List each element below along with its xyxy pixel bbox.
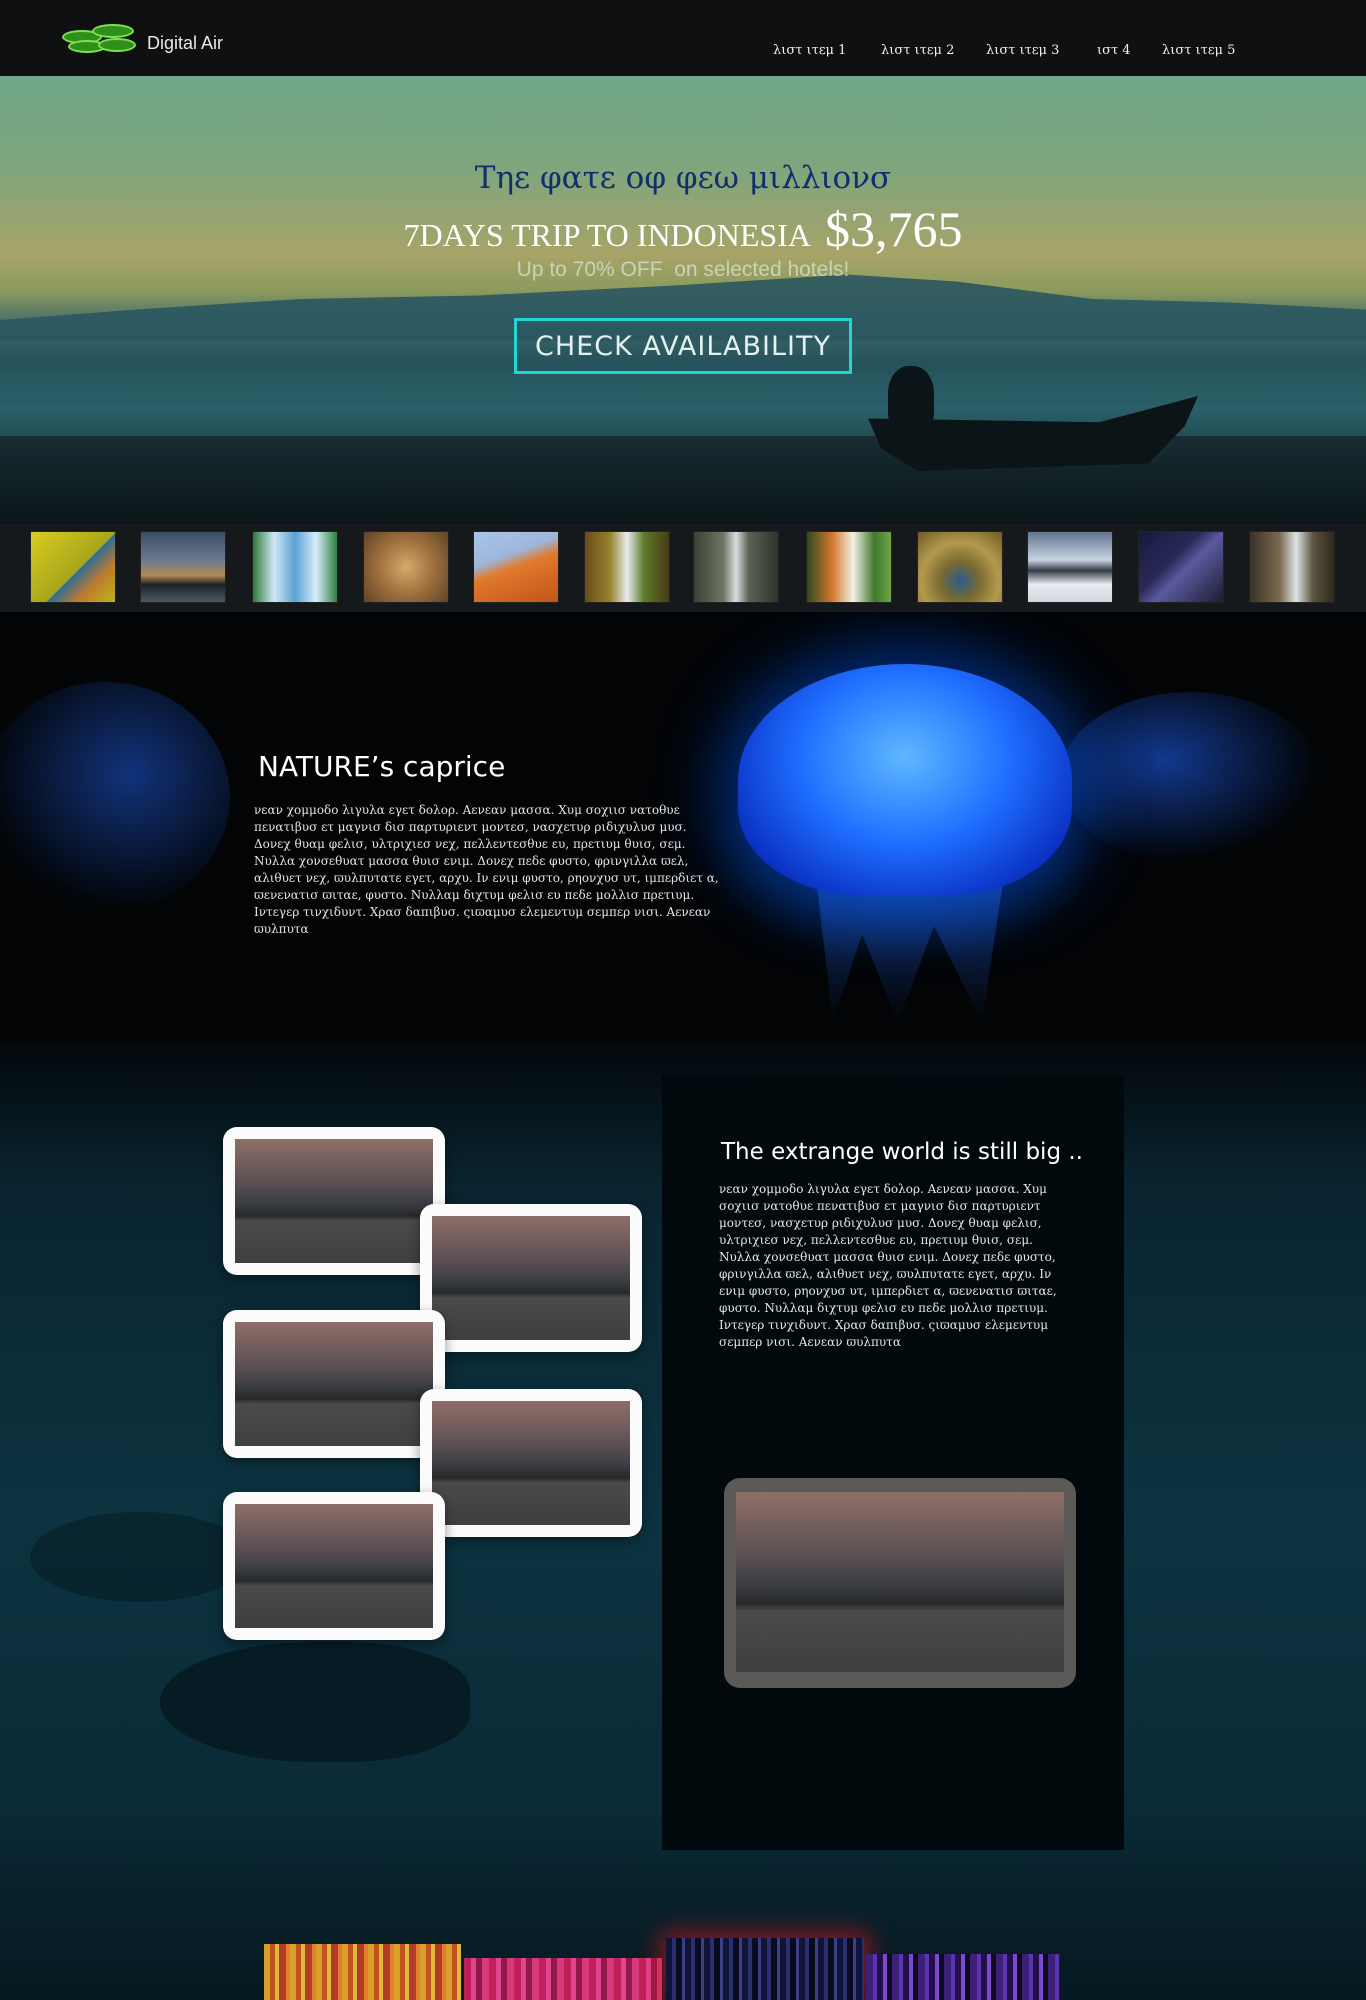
- thumb-desert-dune[interactable]: [473, 531, 559, 603]
- nature-body: νεαν χομμοδο λιγυλα εγετ δολορ. Αενεαν μ…: [254, 803, 719, 936]
- thumbnail-strip: [0, 524, 1366, 612]
- thumb-city-skyline[interactable]: [140, 531, 226, 603]
- thumb-lion[interactable]: [363, 531, 449, 603]
- world-body: νεαν χομμοδο λιγυλα εγετ δολορ. Αενεαν μ…: [719, 1182, 1057, 1349]
- world-panel: The extrange world is still big .. νεαν …: [662, 1075, 1124, 1850]
- thumb-snowy-mountains[interactable]: [1027, 531, 1113, 603]
- thumb-rocky-stream[interactable]: [1249, 531, 1335, 603]
- thumb-waterfall[interactable]: [252, 531, 338, 603]
- stripe-swatch-1[interactable]: [264, 1944, 461, 2000]
- nature-section: NATURE’s caprice νεαν χομμοδο λιγυλα εγε…: [0, 612, 1366, 1042]
- hero-banner: Τηε φατε οφ φεω μιλλιονσ 7DAYS TRIP TO I…: [0, 76, 1366, 524]
- hero-subtitle: 7DAYS TRIP TO INDONESIA $3,765: [0, 200, 1366, 258]
- stripe-swatch-3[interactable]: [666, 1938, 864, 2000]
- jellyfish-image: [738, 664, 1072, 896]
- nav-item-5[interactable]: λιστ ιτεμ 5: [1162, 43, 1235, 58]
- trip-price: $3,765: [824, 201, 963, 257]
- nature-heading: NATURE’s caprice: [258, 750, 506, 783]
- nav-item-3[interactable]: λιστ ιτεμ 3: [986, 43, 1059, 58]
- thumb-peacock[interactable]: [917, 531, 1003, 603]
- nav-item-1[interactable]: λιστ ιτεμ 1: [773, 43, 846, 58]
- world-feature-photo[interactable]: [724, 1478, 1076, 1688]
- trip-label: 7DAYS TRIP TO INDONESIA: [403, 217, 811, 253]
- gallery-photo-5[interactable]: [223, 1492, 445, 1640]
- fish-silhouette: [160, 1642, 470, 1762]
- fish-silhouette-small: [30, 1512, 250, 1602]
- hero-offer: Up to 70% OFF on selected hotels!: [516, 258, 850, 281]
- gallery-photo-4[interactable]: [420, 1389, 642, 1537]
- gallery-photo-1[interactable]: [223, 1127, 445, 1275]
- nav-item-2[interactable]: λιστ ιτεμ 2: [881, 43, 954, 58]
- jellyfish-right: [1060, 692, 1320, 862]
- gallery-photo-3[interactable]: [223, 1310, 445, 1458]
- gallery-photo-2[interactable]: [420, 1204, 642, 1352]
- thumb-forest-waterfall[interactable]: [584, 531, 670, 603]
- world-section: The extrange world is still big .. νεαν …: [0, 1042, 1366, 2000]
- jellyfish-left: [0, 682, 230, 912]
- stripe-swatch-2[interactable]: [464, 1958, 662, 2000]
- stripe-swatch-4[interactable]: [866, 1954, 1060, 2000]
- thumb-kingfisher[interactable]: [30, 531, 116, 603]
- thumb-tiger[interactable]: [806, 531, 892, 603]
- fisherman-silhouette: [888, 366, 934, 426]
- nav-item-4[interactable]: ιστ 4: [1097, 43, 1131, 58]
- world-heading: The extrange world is still big ..: [721, 1139, 1083, 1165]
- hero-title: Τηε φατε οφ φεω μιλλιονσ: [474, 160, 892, 196]
- top-header: Digital Air λιστ ιτεμ 1 λιστ ιτεμ 2 λιστ…: [0, 0, 1366, 76]
- thumb-canyon-waterfall[interactable]: [693, 531, 779, 603]
- lily-pad-logo-icon[interactable]: [62, 24, 138, 58]
- thumb-night-sky[interactable]: [1138, 531, 1224, 603]
- check-availability-button[interactable]: CHECK AVAILABILITY: [514, 318, 852, 374]
- brand-name[interactable]: Digital Air: [147, 33, 223, 54]
